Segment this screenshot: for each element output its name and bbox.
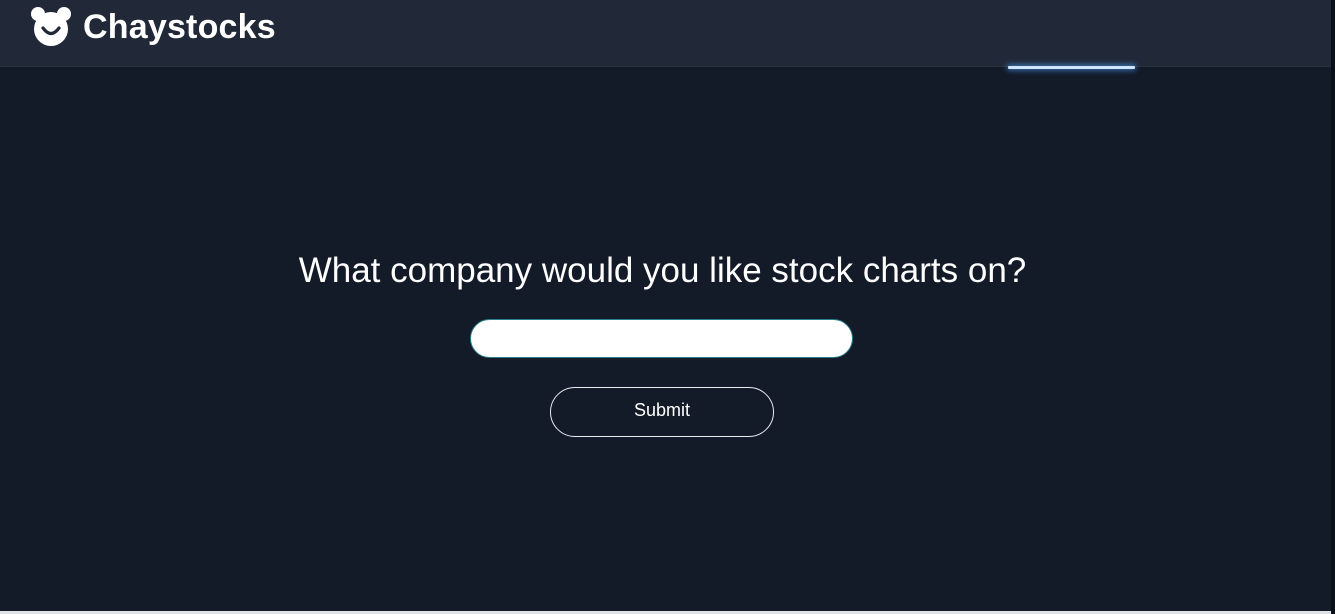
navbar: Chaystocks xyxy=(0,0,1331,69)
company-search-input[interactable] xyxy=(470,319,853,358)
submit-button[interactable]: Submit xyxy=(550,387,774,437)
bear-face-icon xyxy=(31,7,71,46)
page-title: What company would you like stock charts… xyxy=(298,251,1027,290)
brand-name: Chaystocks xyxy=(83,8,276,46)
nav-active-indicator xyxy=(1008,66,1135,69)
brand-home-link[interactable]: Chaystocks xyxy=(30,6,276,48)
window-edge xyxy=(1331,0,1335,614)
page: Chaystocks What company would you like s… xyxy=(0,0,1335,614)
